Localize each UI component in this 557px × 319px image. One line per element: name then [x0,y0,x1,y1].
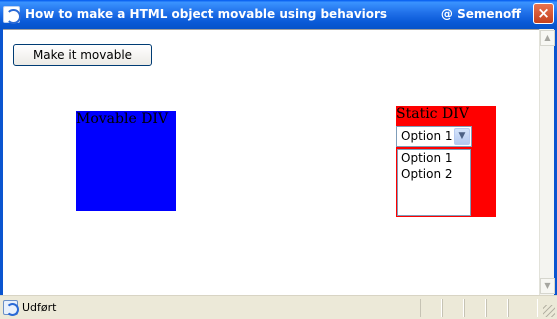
option-listbox[interactable]: Option 1 Option 2 [397,149,471,216]
status-text: Udført [22,301,57,314]
status-panel [486,299,508,317]
scroll-up-button[interactable]: ▲ [540,30,555,46]
status-panel [464,299,486,317]
movable-div-label: Movable DIV [76,111,169,127]
scroll-down-button[interactable]: ▼ [540,278,555,294]
vertical-scrollbar[interactable]: ▲ ▼ [539,29,555,295]
status-panel [508,299,538,317]
chevron-down-icon[interactable]: ▼ [454,128,470,145]
listbox-option[interactable]: Option 2 [398,166,470,182]
window-title-author: @ Semenoff [440,7,521,21]
status-panel [442,299,464,317]
status-bar: Udført [0,295,557,319]
option-select[interactable]: Option 1 ▼ [396,126,472,147]
option-select-value: Option 1 [401,129,453,143]
movable-div[interactable]: Movable DIV [76,111,176,211]
make-movable-button[interactable]: Make it movable [13,44,152,66]
ie-page-icon [3,6,21,24]
ie-page-icon [3,300,19,316]
resize-grip-icon[interactable] [543,305,555,317]
window-title: How to make a HTML object movable using … [25,7,388,21]
status-panel [420,299,442,317]
close-button[interactable]: × [533,3,554,24]
window-titlebar[interactable]: How to make a HTML object movable using … [0,0,557,29]
listbox-option[interactable]: Option 1 [398,150,470,166]
static-div-label: Static DIV [396,106,469,122]
